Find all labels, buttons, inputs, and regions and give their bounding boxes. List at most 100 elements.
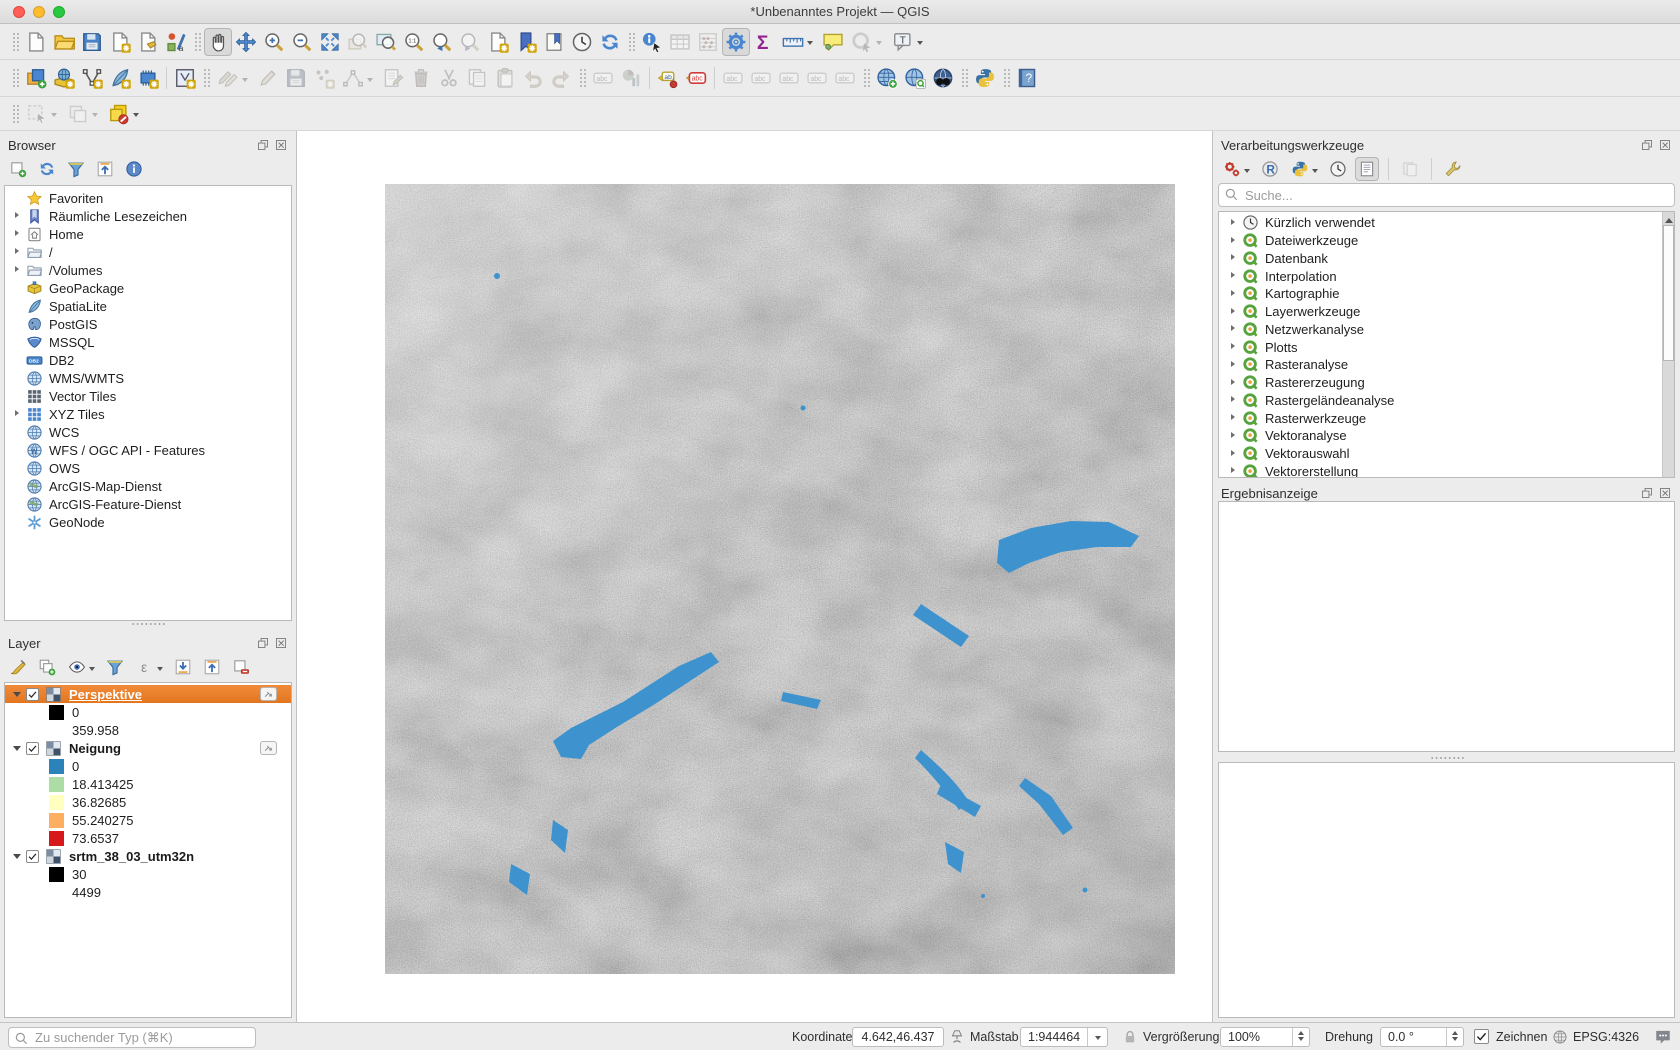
expand-arrow-icon[interactable] xyxy=(1227,340,1242,354)
save-project[interactable] xyxy=(78,28,106,56)
minimize-window-button[interactable] xyxy=(33,5,45,18)
layer-srtm[interactable]: srtm_38_03_utm32n xyxy=(5,847,291,865)
open-data-source-manager[interactable] xyxy=(22,64,50,92)
osm-place-search[interactable] xyxy=(929,64,957,92)
show-map-tips[interactable] xyxy=(819,28,847,56)
new-spatial-bookmark[interactable] xyxy=(512,28,540,56)
browser-item-db2[interactable]: DB2 xyxy=(5,351,291,369)
expand-arrow-icon[interactable] xyxy=(1227,269,1242,283)
scroll-up-arrow-icon[interactable] xyxy=(1665,214,1673,223)
toolbox-interpolation[interactable]: Interpolation xyxy=(1219,267,1662,285)
processing-log[interactable] xyxy=(1355,157,1379,181)
remove-layer[interactable] xyxy=(229,655,253,679)
r-scripts[interactable] xyxy=(1258,157,1282,181)
layer-perspektive[interactable]: Perspektive xyxy=(5,685,291,703)
add-wms-layer[interactable] xyxy=(50,64,78,92)
zoom-full-extent[interactable] xyxy=(316,28,344,56)
cut-features[interactable] xyxy=(435,64,463,92)
scale-combobox[interactable]: 1:944464 xyxy=(1020,1027,1108,1047)
zoom-last[interactable] xyxy=(428,28,456,56)
toolbox-rasteranalyse[interactable]: Rasteranalyse xyxy=(1219,356,1662,374)
digitize-points[interactable] xyxy=(310,64,338,92)
vertex-tool[interactable] xyxy=(338,64,379,92)
extents-toggle-icon[interactable] xyxy=(948,1028,966,1046)
browser-item-ows[interactable]: OWS xyxy=(5,459,291,477)
map-canvas[interactable] xyxy=(296,131,1213,1022)
expand-arrow-icon[interactable] xyxy=(1227,464,1242,477)
toolbox-datenbank[interactable]: Datenbank xyxy=(1219,250,1662,268)
redo[interactable] xyxy=(547,64,575,92)
browser-item-volumes[interactable]: /Volumes xyxy=(5,261,291,279)
show-statistical-summary[interactable] xyxy=(750,28,778,56)
expand-arrow-icon[interactable] xyxy=(1227,411,1242,425)
browser-item-mssql[interactable]: MSSQL xyxy=(5,333,291,351)
messages-icon[interactable] xyxy=(1653,1028,1673,1046)
zoom-next[interactable] xyxy=(456,28,484,56)
panel-splitter[interactable] xyxy=(0,619,296,629)
zoom-to-selection[interactable] xyxy=(344,28,372,56)
current-edits[interactable] xyxy=(213,64,254,92)
browser-item-wms[interactable]: WMS/WMTS xyxy=(5,369,291,387)
browser-item-wcs[interactable]: WCS xyxy=(5,423,291,441)
toolbox-layerwerkzeuge[interactable]: Layerwerkzeuge xyxy=(1219,303,1662,321)
open-layer-styling[interactable] xyxy=(6,655,30,679)
float-panel-icon[interactable] xyxy=(1640,138,1654,152)
run-feature-action[interactable] xyxy=(847,28,888,56)
results-viewer[interactable] xyxy=(1398,157,1422,181)
change-label[interactable] xyxy=(831,64,859,92)
labeling-pin-settings[interactable] xyxy=(654,64,682,92)
add-spatialite-layer[interactable] xyxy=(106,64,134,92)
browser-item-xyz-tiles[interactable]: XYZ Tiles xyxy=(5,405,291,423)
browser-properties[interactable] xyxy=(122,157,146,181)
expand-arrow-icon[interactable] xyxy=(11,443,26,457)
undo[interactable] xyxy=(519,64,547,92)
browser-item-favoriten[interactable]: Favoriten xyxy=(5,189,291,207)
show-hidden-labels[interactable] xyxy=(747,64,775,92)
processing-history[interactable] xyxy=(1326,157,1350,181)
deselect-features[interactable] xyxy=(63,100,104,128)
browser-add-selected-layers[interactable] xyxy=(6,157,30,181)
expand-arrow-icon[interactable] xyxy=(11,515,26,529)
metasearch[interactable] xyxy=(901,64,929,92)
spinner-arrows-icon[interactable] xyxy=(1446,1028,1463,1046)
new-print-layout[interactable] xyxy=(106,28,134,56)
metasearch-new-service[interactable] xyxy=(873,64,901,92)
zoom-in[interactable] xyxy=(260,28,288,56)
pan-map[interactable] xyxy=(204,27,232,56)
spinner-arrows-icon[interactable] xyxy=(1292,1028,1309,1046)
toolbox-plotts[interactable]: Plotts xyxy=(1219,338,1662,356)
expand-arrow-icon[interactable] xyxy=(1227,305,1242,319)
paste-features[interactable] xyxy=(491,64,519,92)
toolbox-dateiwerkzeuge[interactable]: Dateiwerkzeuge xyxy=(1219,232,1662,250)
new-map-view[interactable] xyxy=(484,28,512,56)
expand-arrow-icon[interactable] xyxy=(1227,376,1242,390)
expand-arrow-icon[interactable] xyxy=(11,335,26,349)
layer-diagram-options[interactable] xyxy=(617,64,645,92)
coordinate-input[interactable]: 4.642,46.437 xyxy=(852,1027,944,1047)
browser-item-arcgis-map[interactable]: ArcGIS-Map-Dienst xyxy=(5,477,291,495)
filter-legend[interactable] xyxy=(103,655,127,679)
browser-refresh[interactable] xyxy=(35,157,59,181)
layout-manager[interactable] xyxy=(134,28,162,56)
expand-arrow-icon[interactable] xyxy=(11,479,26,493)
float-panel-icon[interactable] xyxy=(1640,486,1654,500)
toolbox-rastererzeugung[interactable]: Rastererzeugung xyxy=(1219,374,1662,392)
processing-toolbox-toggle[interactable] xyxy=(722,27,750,56)
collapse-arrow-icon[interactable] xyxy=(11,849,26,863)
expand-arrow-icon[interactable] xyxy=(1227,393,1242,407)
browser-item-root[interactable]: / xyxy=(5,243,291,261)
expand-arrow-icon[interactable] xyxy=(1227,251,1242,265)
label-highlight[interactable] xyxy=(682,64,710,92)
add-vector-layer[interactable] xyxy=(78,64,106,92)
expand-arrow-icon[interactable] xyxy=(11,209,26,223)
expand-arrow-icon[interactable] xyxy=(11,245,26,259)
measure-line[interactable] xyxy=(778,28,819,56)
select-features[interactable] xyxy=(22,100,63,128)
show-statistics[interactable] xyxy=(694,28,722,56)
toolbox-vektorerstellung[interactable]: Vektorerstellung xyxy=(1219,463,1662,477)
expand-arrow-icon[interactable] xyxy=(11,497,26,511)
browser-item-geopackage[interactable]: GeoPackage xyxy=(5,279,291,297)
style-manager[interactable] xyxy=(162,28,190,56)
toggle-editing[interactable] xyxy=(254,64,282,92)
magnifier-spinbox[interactable]: 100% xyxy=(1220,1027,1310,1047)
